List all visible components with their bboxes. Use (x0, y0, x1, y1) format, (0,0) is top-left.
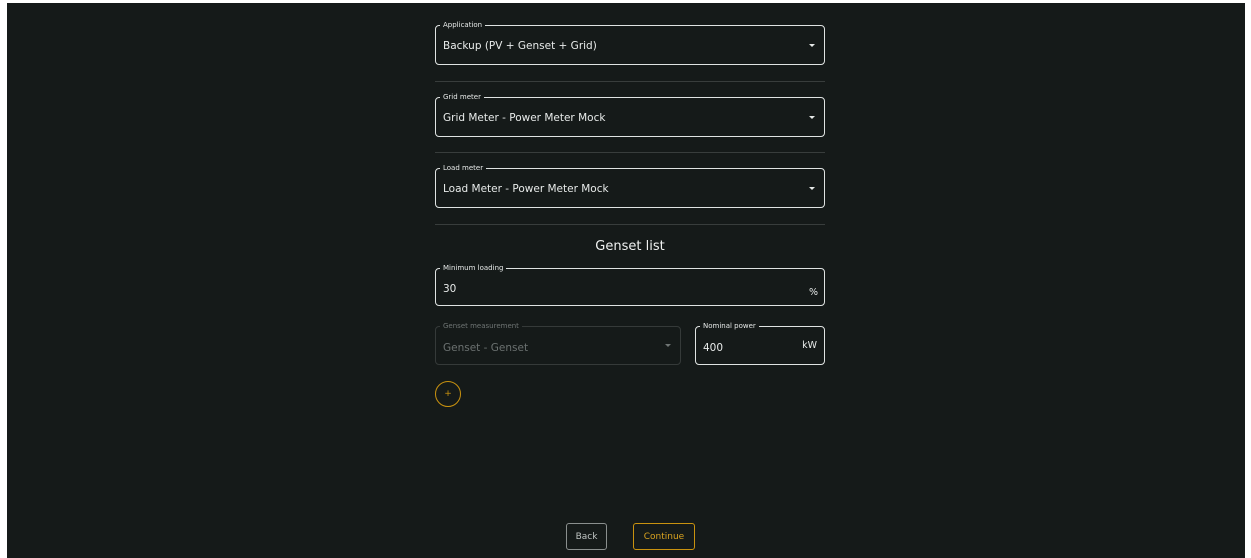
minimum-loading-value: 30 (443, 283, 457, 295)
chevron-down-icon (809, 187, 815, 190)
divider (435, 81, 825, 82)
application-value: Backup (PV + Genset + Grid) (443, 40, 597, 52)
divider (435, 152, 825, 153)
genset-measurement-select: Genset measurement Genset - Genset (435, 321, 681, 365)
chevron-down-icon (809, 116, 815, 119)
application-label: Application (440, 20, 486, 30)
application-select[interactable]: Application Backup (PV + Genset + Grid) (435, 20, 825, 65)
chevron-down-icon (809, 44, 815, 47)
nominal-power-value: 400 (703, 342, 724, 354)
grid-meter-label: Grid meter (440, 92, 484, 102)
load-meter-value: Load Meter - Power Meter Mock (443, 183, 609, 195)
nominal-power-input[interactable]: Nominal power 400 kW (695, 321, 825, 365)
grid-meter-select[interactable]: Grid meter Grid Meter - Power Meter Mock (435, 92, 825, 137)
setup-panel: Application Backup (PV + Genset + Grid) … (7, 3, 1245, 558)
continue-button[interactable]: Continue (633, 523, 695, 550)
nominal-power-label: Nominal power (700, 321, 759, 331)
minimum-loading-input[interactable]: Minimum loading 30 % (435, 263, 825, 306)
genset-measurement-label: Genset measurement (440, 321, 522, 331)
back-button[interactable]: Back (566, 523, 607, 550)
nominal-power-unit: kW (802, 340, 817, 351)
plus-icon: + (444, 389, 452, 399)
grid-meter-value: Grid Meter - Power Meter Mock (443, 112, 606, 124)
load-meter-label: Load meter (440, 163, 487, 173)
minimum-loading-label: Minimum loading (440, 263, 507, 273)
chevron-down-icon (665, 344, 671, 347)
continue-button-label: Continue (643, 531, 685, 542)
section-title: Genset list (595, 239, 665, 254)
add-genset-button[interactable]: + (435, 381, 461, 407)
back-button-label: Back (575, 531, 598, 542)
load-meter-select[interactable]: Load meter Load Meter - Power Meter Mock (435, 163, 825, 208)
genset-measurement-value: Genset - Genset (443, 342, 529, 354)
divider (435, 224, 825, 225)
minimum-loading-unit: % (808, 287, 818, 298)
